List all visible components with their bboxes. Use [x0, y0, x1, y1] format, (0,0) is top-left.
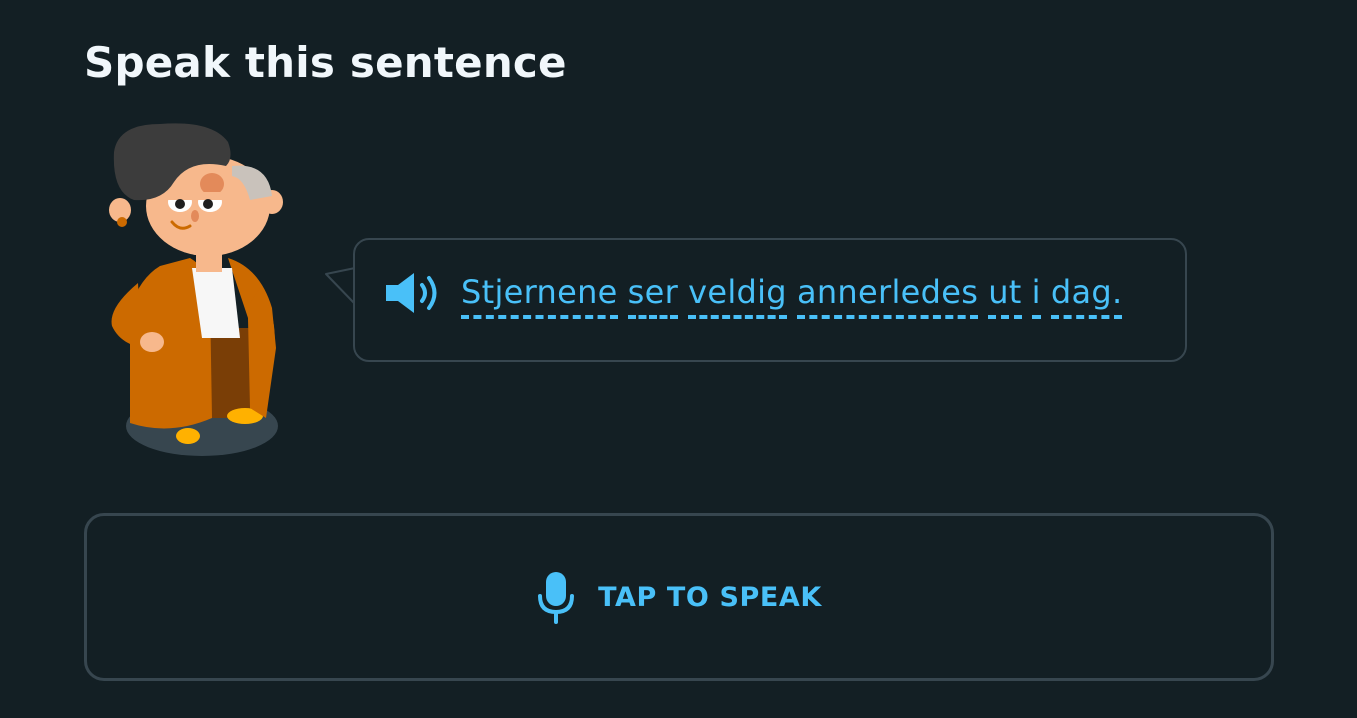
speaker-icon[interactable]: [384, 270, 438, 316]
challenge-title: Speak this sentence: [84, 38, 567, 87]
microphone-icon: [538, 572, 575, 624]
tap-to-speak-label: TAP TO SPEAK: [598, 581, 822, 613]
prompt-word[interactable]: annerledes: [796, 272, 979, 319]
prompt-word[interactable]: ut: [988, 272, 1022, 319]
character-illustration: [109, 123, 283, 456]
tap-to-speak-button[interactable]: TAP TO SPEAK: [84, 513, 1274, 681]
prompt-word[interactable]: i: [1031, 272, 1041, 319]
prompt-word[interactable]: Stjernene: [461, 272, 618, 319]
prompt-sentence: Stjernene ser veldig annerledes ut i dag.: [461, 272, 1123, 319]
prompt-word[interactable]: veldig: [688, 272, 787, 319]
prompt-word[interactable]: ser: [627, 272, 679, 319]
speak-challenge-page: Speak this sentence Stjernene ser veldig…: [0, 0, 1357, 718]
prompt-word[interactable]: dag.: [1050, 272, 1123, 319]
